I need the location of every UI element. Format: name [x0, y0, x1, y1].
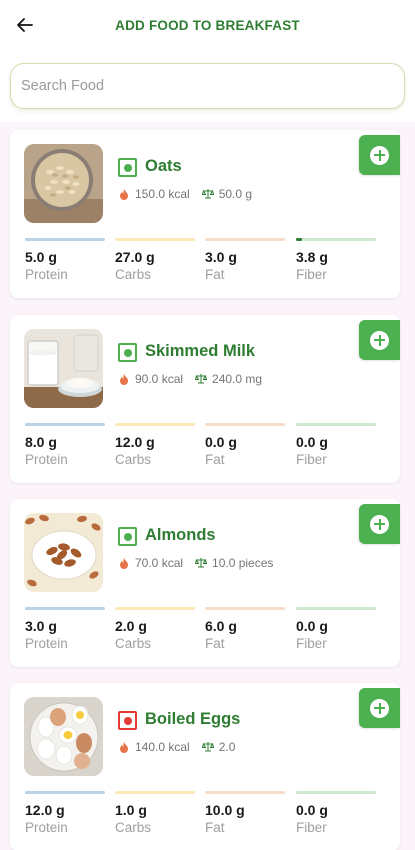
app-header: ADD FOOD TO BREAKFAST [0, 0, 415, 52]
food-card-boiled-eggs: Boiled Eggs 140.0 kcal 2.0 12.0 g Protein… [10, 683, 400, 850]
food-meta: 140.0 kcal 2.0 [118, 740, 235, 754]
nutrient-protein: 12.0 g Protein [25, 791, 105, 835]
nutrient-fiber: 0.0 g Fiber [296, 791, 376, 835]
nutrient-carbs: 12.0 g Carbs [115, 423, 195, 467]
calories-value: 70.0 kcal [135, 556, 184, 570]
food-card-skimmed-milk: Skimmed Milk 90.0 kcal 240.0 mg 8.0 g Pro… [10, 315, 400, 483]
quantity-value: 240.0 mg [212, 372, 263, 386]
food-meta: 70.0 kcal 10.0 pieces [118, 556, 273, 570]
food-name: Skimmed Milk [145, 342, 256, 360]
quantity-value: 10.0 pieces [212, 556, 274, 570]
nutrient-fat: 6.0 g Fat [205, 607, 285, 651]
nutrient-carbs: 27.0 g Carbs [115, 238, 195, 282]
skimmed-milk-image [24, 329, 103, 408]
food-card-oats: Oats 150.0 kcal 50.0 g 5.0 g Protein 27.0… [10, 130, 400, 298]
nutrient-protein: 3.0 g Protein [25, 607, 105, 651]
nonveg-indicator [118, 711, 137, 730]
food-card-almonds: Almonds 70.0 kcal 10.0 pieces 3.0 g Prote… [10, 499, 400, 667]
flame-icon [120, 742, 128, 753]
scale-icon [195, 374, 208, 384]
food-name: Boiled Eggs [145, 710, 241, 728]
quantity-value: 50.0 g [218, 187, 253, 201]
scale-icon [195, 558, 208, 568]
flame-icon [120, 558, 128, 569]
oats-image [24, 144, 103, 223]
quantity-value: 2.0 [218, 740, 236, 754]
calories-value: 140.0 kcal [135, 740, 190, 754]
plus-circle-icon [370, 145, 389, 165]
nutrient-protein: 8.0 g Protein [25, 423, 105, 467]
plus-circle-icon [370, 698, 389, 718]
page-title: ADD FOOD TO BREAKFAST [115, 18, 300, 33]
nutrient-fiber: 0.0 g Fiber [296, 423, 376, 467]
search-field[interactable] [10, 63, 405, 109]
add-food-button[interactable] [359, 320, 400, 360]
flame-icon [120, 374, 128, 385]
veg-indicator [118, 527, 137, 546]
nutrient-carbs: 1.0 g Carbs [115, 791, 195, 835]
nutrient-fiber: 3.8 g Fiber [296, 238, 376, 282]
plus-circle-icon [370, 514, 389, 534]
nutrient-fat: 3.0 g Fat [205, 238, 285, 282]
veg-indicator [118, 343, 137, 362]
food-name: Oats [145, 157, 182, 175]
food-meta: 150.0 kcal 50.0 g [118, 187, 252, 201]
add-food-button[interactable] [359, 135, 400, 175]
food-meta: 90.0 kcal 240.0 mg [118, 372, 262, 386]
nutrient-fat: 10.0 g Fat [205, 791, 285, 835]
boiled-eggs-image [24, 697, 103, 776]
food-name: Almonds [145, 526, 216, 544]
nutrient-carbs: 2.0 g Carbs [115, 607, 195, 651]
search-input[interactable] [21, 78, 394, 94]
plus-circle-icon [370, 330, 389, 350]
scale-icon [201, 189, 214, 199]
add-food-button[interactable] [359, 688, 400, 728]
calories-value: 90.0 kcal [135, 372, 184, 386]
almonds-image [24, 513, 103, 592]
veg-indicator [118, 158, 137, 177]
add-food-button[interactable] [359, 504, 400, 544]
nutrient-fat: 0.0 g Fat [205, 423, 285, 467]
flame-icon [120, 189, 128, 200]
nutrient-fiber: 0.0 g Fiber [296, 607, 376, 651]
calories-value: 150.0 kcal [135, 187, 190, 201]
scale-icon [201, 742, 214, 752]
nutrient-protein: 5.0 g Protein [25, 238, 105, 282]
